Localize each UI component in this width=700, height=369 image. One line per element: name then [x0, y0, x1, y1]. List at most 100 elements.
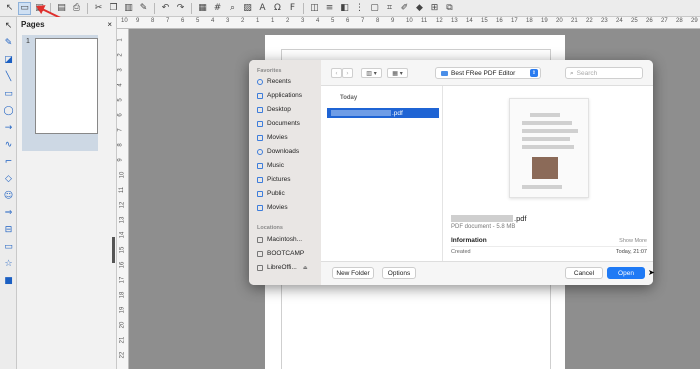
- align-icon[interactable]: ≡: [323, 2, 336, 15]
- ruler-tick-label: 18: [526, 18, 533, 24]
- sidebar-item-downloads[interactable]: Downloads: [257, 148, 321, 155]
- preview-pane: .pdf PDF document - 5.8 MB Information S…: [443, 86, 653, 261]
- callouts-icon[interactable]: ▭: [1, 238, 16, 255]
- paste-icon[interactable]: ▥: [122, 2, 135, 15]
- redacted-filename: [331, 110, 391, 116]
- sidebar-item-recents[interactable]: Recents: [257, 78, 321, 85]
- forward-icon[interactable]: ›: [342, 68, 353, 78]
- ruler-tick-label: 4: [117, 83, 124, 87]
- back-icon[interactable]: ‹: [331, 68, 342, 78]
- 3d-objects-icon[interactable]: ■: [1, 272, 16, 289]
- ruler-tick-label: 3: [301, 18, 305, 24]
- sidebar-item-movies[interactable]: Movies: [257, 134, 321, 141]
- curve-icon[interactable]: ∿: [1, 136, 16, 153]
- new-folder-button[interactable]: New Folder: [332, 267, 374, 279]
- sidebar-item-public[interactable]: Public: [257, 190, 321, 197]
- panel-resize-handle[interactable]: [112, 237, 115, 263]
- sidebar-item-bootcamp[interactable]: BOOTCAMP: [257, 250, 321, 257]
- sidebar-item-music[interactable]: Music: [257, 162, 321, 169]
- location-label: Best FRee PDF Editor: [451, 69, 516, 77]
- file-row-selected[interactable]: .pdf: [327, 108, 439, 118]
- table-icon[interactable]: ▦: [196, 2, 209, 15]
- stars-icon[interactable]: ☆: [1, 255, 16, 272]
- export-pdf-icon[interactable]: ▤: [55, 2, 68, 15]
- line-color-icon[interactable]: ✎: [1, 34, 16, 51]
- distribute-icon[interactable]: ⋮: [353, 2, 366, 15]
- rectangle-icon[interactable]: ▭: [1, 85, 16, 102]
- ruler-tick-label: 16: [496, 18, 503, 24]
- cursor-icon[interactable]: ↖: [3, 2, 16, 15]
- applications-icon: [257, 92, 263, 99]
- ruler-tick-label: 3: [117, 68, 124, 72]
- location-select[interactable]: Best FRee PDF Editor ⇕: [435, 67, 541, 79]
- crop-icon[interactable]: ⌗: [383, 2, 396, 15]
- fill-color-icon[interactable]: ◪: [1, 51, 16, 68]
- block-arrows-icon[interactable]: ⇒: [1, 204, 16, 221]
- ruler-tick-label: 24: [616, 18, 623, 24]
- select-icon[interactable]: ↖: [1, 17, 16, 34]
- ruler-tick-label: 1: [256, 18, 260, 24]
- group-view-icon[interactable]: ▦ ▾: [387, 68, 408, 78]
- special-character-icon[interactable]: Ω: [271, 2, 284, 15]
- ruler-tick-label: 5: [331, 18, 335, 24]
- zoom-icon[interactable]: ⌕: [226, 2, 239, 15]
- transform-icon[interactable]: ◫: [308, 2, 321, 15]
- ruler-tick-label: 23: [601, 18, 608, 24]
- filter-icon[interactable]: ✐: [398, 2, 411, 15]
- print-icon[interactable]: ⎙: [70, 2, 83, 15]
- ruler-tick-label: 26: [646, 18, 653, 24]
- close-icon[interactable]: ×: [107, 20, 112, 29]
- basic-shapes-icon[interactable]: ◇: [1, 170, 16, 187]
- shadow-icon[interactable]: ▢: [368, 2, 381, 15]
- ruler-tick-label: 29: [691, 18, 698, 24]
- redacted-filename: [451, 215, 513, 222]
- cut-icon[interactable]: ✂: [92, 2, 105, 15]
- sidebar-item-pictures[interactable]: Pictures: [257, 176, 321, 183]
- preview-blur: [522, 129, 578, 133]
- drawing-toolbar: ↖ ✎ ◪ ╲ ▭ ◯ → ∿ ⌐ ◇ ☺ ⇒ ⊟ ▭ ☆ ■: [0, 17, 17, 369]
- sidebar-item-documents[interactable]: Documents: [257, 120, 321, 127]
- fontwork-icon[interactable]: F: [286, 2, 299, 15]
- sidebar-item-applications[interactable]: Applications: [257, 92, 321, 99]
- sidebar-item-libreoffice[interactable]: LibreOffi... ⏏: [257, 264, 321, 271]
- show-more-link[interactable]: Show More: [619, 238, 647, 244]
- copy-icon[interactable]: ❐: [107, 2, 120, 15]
- flowchart-icon[interactable]: ⊟: [1, 221, 16, 238]
- new-icon[interactable]: ▭: [18, 1, 31, 15]
- sidebar-item-macintosh[interactable]: Macintosh...: [257, 236, 321, 243]
- sidebar-item-desktop[interactable]: Desktop: [257, 106, 321, 113]
- points-icon[interactable]: ◆: [413, 2, 426, 15]
- section-today: Today: [340, 95, 358, 101]
- sidebar-item-label: Desktop: [267, 106, 291, 113]
- column-view-icon[interactable]: ▥ ▾: [361, 68, 382, 78]
- ruler-tick-label: 22: [119, 351, 126, 359]
- sidebar-item-label: Movies: [267, 204, 288, 211]
- undo-icon[interactable]: ↶: [159, 2, 172, 15]
- ruler-tick-label: 12: [436, 18, 443, 24]
- ellipse-icon[interactable]: ◯: [1, 102, 16, 119]
- arrange-icon[interactable]: ◧: [338, 2, 351, 15]
- ruler-tick-label: 27: [661, 18, 668, 24]
- symbol-shapes-icon[interactable]: ☺: [1, 187, 16, 204]
- line-icon[interactable]: ╲: [1, 68, 16, 85]
- toggle-extrusion-icon[interactable]: ⧉: [443, 2, 456, 15]
- connector-icon[interactable]: ⌐: [1, 153, 16, 170]
- image-icon[interactable]: ▨: [241, 2, 254, 15]
- clock-icon: [257, 78, 263, 85]
- ruler-tick-label: 5: [117, 98, 124, 102]
- cancel-button[interactable]: Cancel: [565, 267, 603, 279]
- grid-icon[interactable]: #: [211, 2, 224, 15]
- clone-icon[interactable]: ✎: [137, 2, 150, 15]
- open-button[interactable]: Open: [607, 267, 645, 279]
- arrow-line-icon[interactable]: →: [1, 119, 16, 136]
- vertical-ruler: 1 2 3 4 5 6 7 8 9 10 11 12 13 14 15 16 17 18 19 20 21 22: [117, 29, 129, 369]
- glue-icon[interactable]: ⊞: [428, 2, 441, 15]
- page-thumbnail[interactable]: [35, 38, 98, 134]
- search-input[interactable]: ⌕ Search: [565, 67, 643, 79]
- redo-icon[interactable]: ↷: [174, 2, 187, 15]
- options-button[interactable]: Options: [382, 267, 416, 279]
- sidebar-item-movies-2[interactable]: Movies: [257, 204, 321, 211]
- eject-icon[interactable]: ⏏: [303, 265, 308, 271]
- page-thumbnail-selected[interactable]: 1: [22, 35, 98, 151]
- textbox-icon[interactable]: A: [256, 2, 269, 15]
